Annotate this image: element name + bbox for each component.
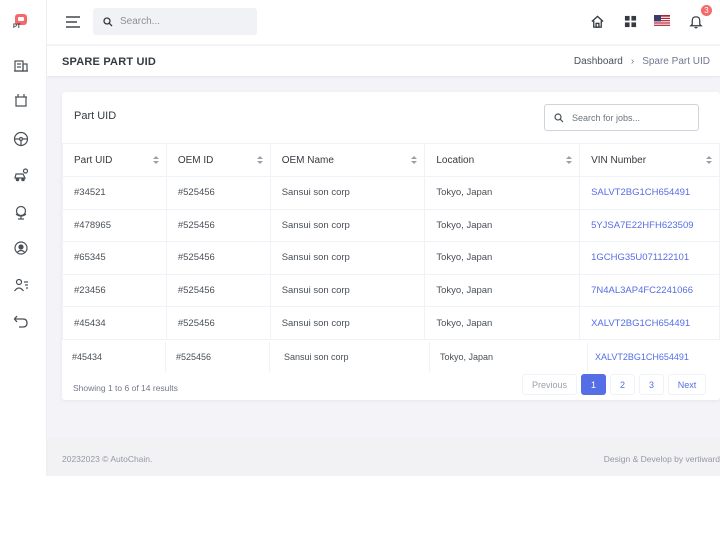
undo-icon[interactable] xyxy=(12,312,30,330)
column-header-vin-number[interactable]: VIN Number xyxy=(579,143,720,177)
apps-grid-icon[interactable] xyxy=(621,12,639,30)
global-search-input[interactable] xyxy=(120,16,250,27)
location-user-icon[interactable] xyxy=(12,240,30,258)
cell-location: Tokyo, Japan xyxy=(424,273,581,308)
cell-part-uid: #45434 xyxy=(62,306,167,340)
table-row[interactable]: #34521 #525456 Sansui son corp Tokyo, Ja… xyxy=(62,176,720,210)
column-header-oem-id[interactable]: OEM ID xyxy=(165,143,271,177)
pagination-summary: Showing 1 to 6 of 14 results xyxy=(73,383,178,393)
page-2-button[interactable]: 2 xyxy=(610,374,635,395)
cell-part-uid: #34521 xyxy=(62,176,167,210)
breadcrumb: Dashboard › Spare Part UID xyxy=(574,56,710,67)
column-header-oem-name[interactable]: OEM Name xyxy=(269,143,426,177)
cell-oem-name: Sansui son corp xyxy=(269,241,426,275)
cell-vin-link[interactable]: XALVT2BG1CH654491 xyxy=(579,306,720,340)
copyright-text: 20232023 © AutoChain. xyxy=(62,454,153,464)
logo-text: PT xyxy=(13,24,21,30)
sidebar: PT xyxy=(0,0,47,476)
previous-page-button[interactable]: Previous xyxy=(522,374,577,395)
home-icon[interactable] xyxy=(588,12,606,30)
cell-oem-name: Sansui son corp xyxy=(269,176,426,210)
hamburger-menu-icon[interactable] xyxy=(64,13,82,31)
cell-oem-id: #525456 xyxy=(165,273,271,308)
cell-part-uid: #65345 xyxy=(62,241,167,275)
cell-location: Tokyo, Japan xyxy=(424,208,581,243)
global-search[interactable] xyxy=(93,8,257,35)
table-row[interactable]: #478965 #525456 Sansui son corp Tokyo, J… xyxy=(62,208,720,243)
part-uid-table: Part UID OEM ID OEM Name Location VIN Nu… xyxy=(62,143,720,340)
column-header-part-uid[interactable]: Part UID xyxy=(62,143,167,177)
cell-part-uid: #478965 xyxy=(62,208,167,243)
site-footer: 20232023 © AutoChain. Design & Develop b… xyxy=(47,439,720,476)
users-list-icon[interactable] xyxy=(12,276,30,294)
sort-icon[interactable] xyxy=(566,156,573,166)
car-service-icon[interactable] xyxy=(12,166,30,184)
job-search-input[interactable] xyxy=(572,112,692,123)
cell-location: Tokyo, Japan xyxy=(424,306,581,340)
table-row[interactable]: #45434 #525456 Sansui son corp Tokyo, Ja… xyxy=(62,306,720,340)
sort-icon[interactable] xyxy=(411,156,418,166)
column-label: Part UID xyxy=(74,154,113,166)
globe-stand-icon[interactable] xyxy=(12,203,30,221)
column-label: VIN Number xyxy=(591,154,647,166)
cell-vin-link[interactable]: 5YJSA7E22HFH623509 xyxy=(579,208,720,243)
sort-icon[interactable] xyxy=(256,156,263,166)
cell-oem-id: #525456 xyxy=(165,306,271,340)
cell-oem-name: Sansui son corp xyxy=(269,273,426,308)
column-label: OEM Name xyxy=(281,154,334,166)
part-uid-card: Part UID Part UID OEM ID OEM Name Locati… xyxy=(62,92,720,400)
cell-location: Tokyo, Japan xyxy=(424,176,581,210)
app-frame: PT Search... 3 SPARE PART UID Dashboard … xyxy=(0,0,720,476)
cell-vin-link[interactable]: XALVT2BG1CH654491 xyxy=(588,342,720,372)
us-flag-icon[interactable] xyxy=(653,12,671,30)
autochain-logo-icon[interactable]: PT xyxy=(12,12,30,30)
next-page-button[interactable]: Next xyxy=(668,374,706,395)
parts-bin-icon[interactable] xyxy=(12,91,30,109)
steering-wheel-icon[interactable] xyxy=(12,130,30,148)
page-3-button[interactable]: 3 xyxy=(639,374,664,395)
cell-oem-name: Sansui son corp xyxy=(270,342,430,372)
cell-oem-id: #525456 xyxy=(165,208,271,243)
cell-oem-id: #525456 xyxy=(165,176,271,210)
cell-oem-id: #525456 xyxy=(166,342,270,372)
breadcrumb-dashboard-link[interactable]: Dashboard xyxy=(574,56,623,67)
table-row[interactable]: #45434 #525456 Sansui son corp Tokyo, Ja… xyxy=(62,342,720,372)
chevron-right-icon: › xyxy=(630,56,635,67)
sort-icon[interactable] xyxy=(706,156,712,166)
cell-location: Tokyo, Japan xyxy=(430,342,588,372)
cell-oem-id: #525456 xyxy=(165,241,271,275)
cell-vin-link[interactable]: 7N4AL3AP4FC2241066 xyxy=(579,273,720,308)
sort-icon[interactable] xyxy=(152,156,159,166)
cell-location: Tokyo, Japan xyxy=(424,241,581,275)
cell-oem-name: Sansui son corp xyxy=(269,306,426,340)
credits-text: Design & Develop by vertiward xyxy=(603,454,720,464)
pagination: Previous 1 2 3 Next xyxy=(522,374,706,395)
column-label: OEM ID xyxy=(177,154,214,166)
building-icon[interactable] xyxy=(12,56,30,74)
job-search-box[interactable] xyxy=(544,104,699,131)
breadcrumb-current: Spare Part UID xyxy=(642,56,710,67)
notification-badge: 3 xyxy=(701,5,712,16)
table-row[interactable]: #23456 #525456 Sansui son corp Tokyo, Ja… xyxy=(62,273,720,308)
search-icon xyxy=(554,112,564,122)
column-header-location[interactable]: Location xyxy=(424,143,581,177)
search-icon xyxy=(103,16,113,26)
cell-vin-link[interactable]: 1GCHG35U071122101 xyxy=(579,241,720,275)
topbar: 3 xyxy=(47,0,720,44)
page-title: SPARE PART UID xyxy=(62,56,157,68)
cell-part-uid: #45434 xyxy=(62,342,166,372)
notification-bell-icon[interactable]: 3 xyxy=(687,5,712,30)
cell-oem-name: Sansui son corp xyxy=(269,208,426,243)
card-title: Part UID xyxy=(74,110,117,122)
table-row[interactable]: #65345 #525456 Sansui son corp Tokyo, Ja… xyxy=(62,241,720,275)
cell-part-uid: #23456 xyxy=(62,273,167,308)
page-title-bar: SPARE PART UID Dashboard › Spare Part UI… xyxy=(47,46,720,76)
column-label: Location xyxy=(436,154,475,166)
page-1-button[interactable]: 1 xyxy=(581,374,606,395)
table-header-row: Part UID OEM ID OEM Name Location VIN Nu… xyxy=(62,143,720,177)
cell-vin-link[interactable]: SALVT2BG1CH654491 xyxy=(579,176,720,210)
main-content: SPARE PART UID Dashboard › Spare Part UI… xyxy=(47,44,720,476)
